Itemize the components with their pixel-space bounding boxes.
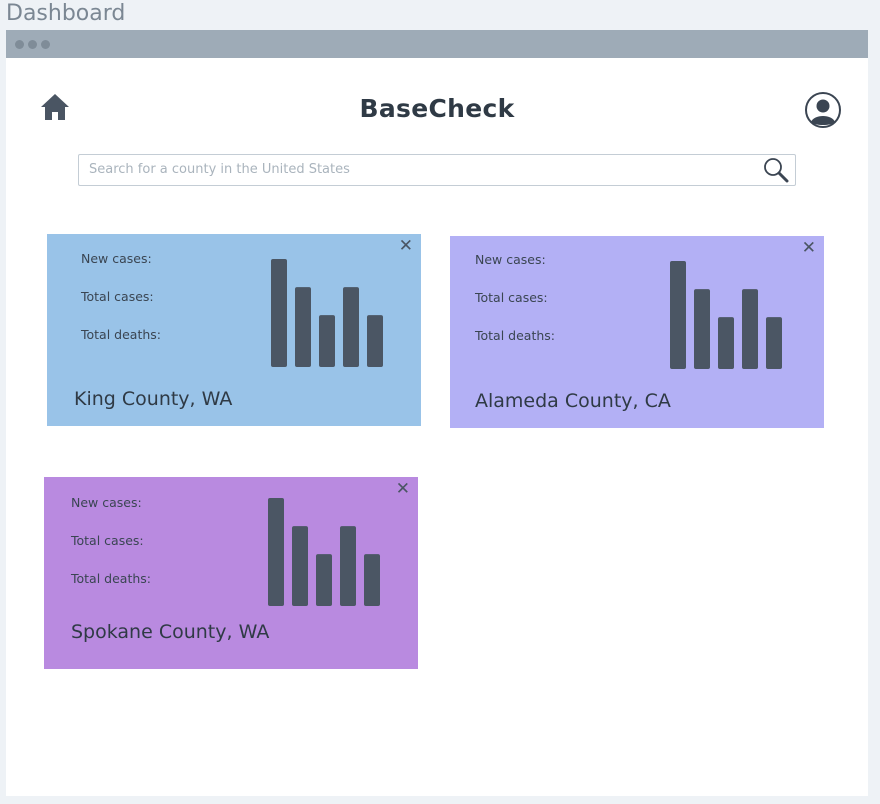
bar (364, 554, 380, 606)
mini-bar-chart (271, 259, 383, 367)
bar (319, 315, 335, 367)
search-icon[interactable] (763, 157, 789, 183)
county-card[interactable]: ✕ New cases: Total cases: Total deaths: … (47, 234, 421, 426)
county-card[interactable]: ✕ New cases: Total cases: Total deaths: … (450, 236, 824, 428)
total-cases-label: Total cases: (81, 289, 154, 304)
bar (343, 287, 359, 367)
county-card[interactable]: ✕ New cases: Total cases: Total deaths: … (44, 477, 418, 669)
window-titlebar (6, 30, 868, 58)
bar (340, 526, 356, 606)
new-cases-label: New cases: (475, 252, 546, 267)
window-dot-icon[interactable] (15, 40, 24, 49)
county-name: Spokane County, WA (71, 621, 270, 643)
bar (268, 498, 284, 606)
bar (670, 261, 686, 369)
total-cases-label: Total cases: (71, 533, 144, 548)
bar (292, 526, 308, 606)
bar (718, 317, 734, 369)
new-cases-label: New cases: (81, 251, 152, 266)
county-name: Alameda County, CA (475, 390, 671, 412)
close-icon[interactable]: ✕ (399, 236, 413, 256)
total-deaths-label: Total deaths: (475, 328, 555, 343)
bar (271, 259, 287, 367)
county-name: King County, WA (74, 388, 233, 410)
total-deaths-label: Total deaths: (71, 571, 151, 586)
window-dot-icon[interactable] (41, 40, 50, 49)
search-bar (78, 154, 796, 186)
bar (694, 289, 710, 369)
bar (742, 289, 758, 369)
bar (766, 317, 782, 369)
window-dot-icon[interactable] (28, 40, 37, 49)
bar (316, 554, 332, 606)
mini-bar-chart (670, 261, 782, 369)
app-title: BaseCheck (359, 94, 515, 123)
total-cases-label: Total cases: (475, 290, 548, 305)
total-deaths-label: Total deaths: (81, 327, 161, 342)
page-label: Dashboard (6, 1, 126, 26)
mini-bar-chart (268, 498, 380, 606)
bar (367, 315, 383, 367)
user-icon[interactable] (804, 91, 842, 129)
browser-window: BaseCheck ✕ New cases: Total cases: Tota… (6, 30, 868, 796)
new-cases-label: New cases: (71, 495, 142, 510)
close-icon[interactable]: ✕ (396, 479, 410, 499)
close-icon[interactable]: ✕ (802, 238, 816, 258)
search-input[interactable] (79, 155, 749, 184)
bar (295, 287, 311, 367)
